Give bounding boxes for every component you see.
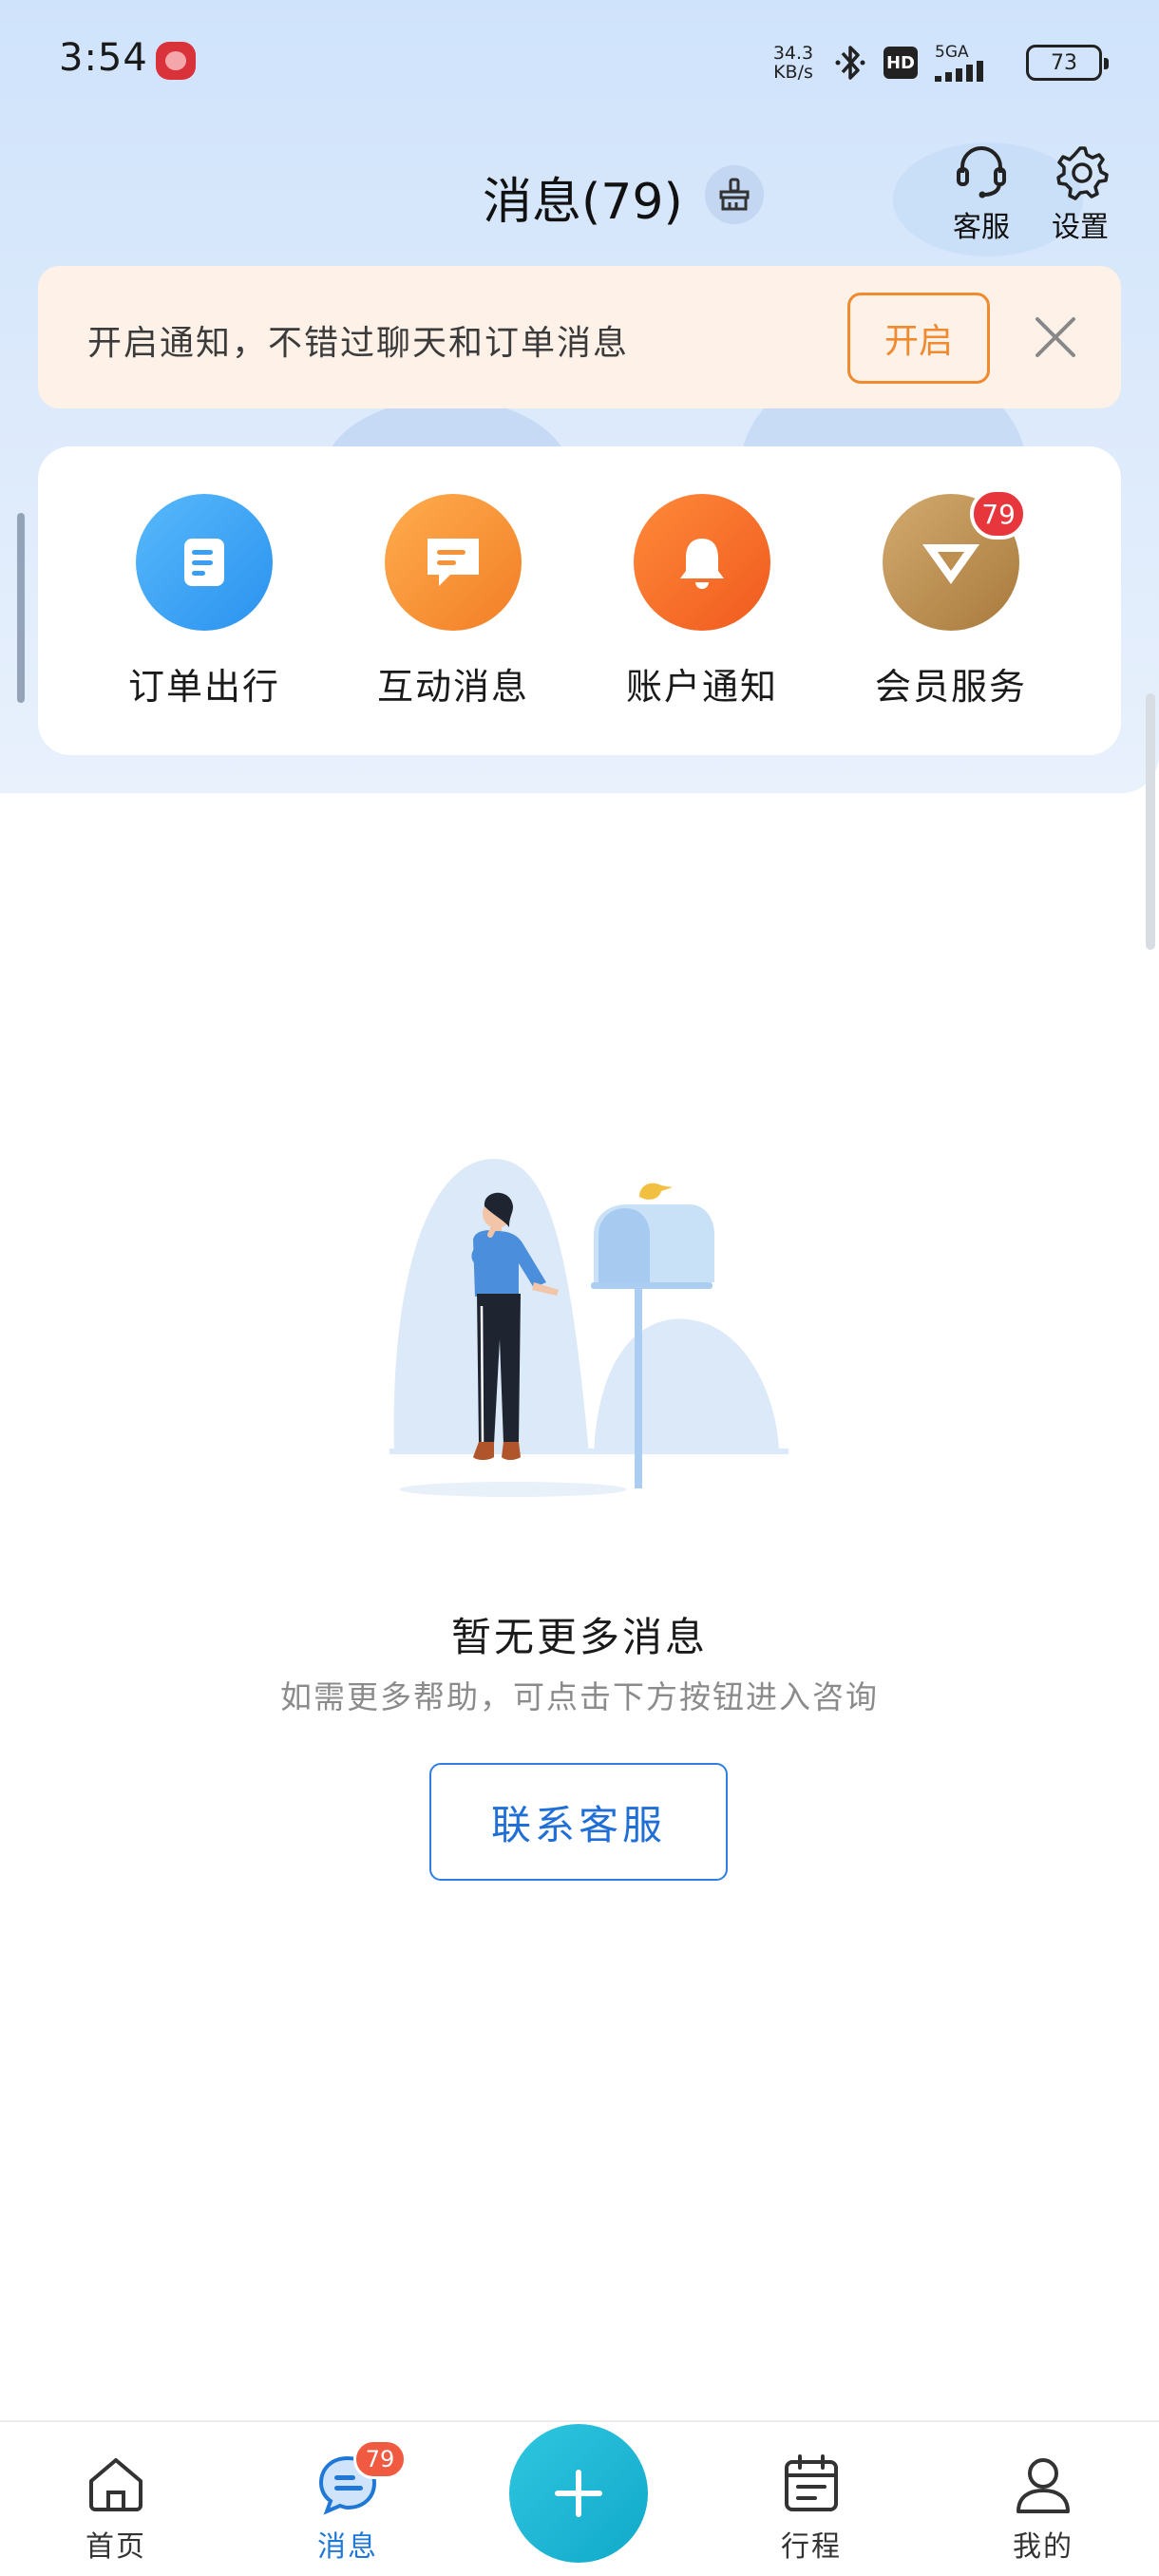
notification-app-icon <box>156 42 196 80</box>
account-category-icon-wrap <box>634 494 770 631</box>
page-header: 消息(79) 客服 设置 <box>0 142 1159 247</box>
messages-unread-badge: 79 <box>353 2439 407 2479</box>
nav-profile[interactable]: 我的 <box>977 2449 1110 2565</box>
nav-label: 行程 <box>781 2530 842 2564</box>
contact-service-button[interactable]: 联系客服 <box>429 1763 728 1881</box>
category-label: 订单出行 <box>127 666 280 708</box>
interactive-category-icon-wrap <box>385 494 522 631</box>
headset-icon <box>957 146 1006 199</box>
category-label: 会员服务 <box>874 666 1027 708</box>
status-indicators: 34.3 KB/s HD 5GA 73 <box>770 34 1109 91</box>
membership-unread-badge: 79 <box>970 488 1027 540</box>
chat-bubble-icon <box>428 539 479 586</box>
category-interactive[interactable]: 互动消息 <box>358 494 548 710</box>
settings-button[interactable]: 设置 <box>1037 142 1123 245</box>
category-order-travel[interactable]: 订单出行 <box>109 494 299 710</box>
nav-label: 首页 <box>86 2530 146 2564</box>
nav-label: 消息 <box>317 2530 378 2564</box>
bluetooth-icon <box>835 46 865 80</box>
page-title: 消息(79) <box>483 174 683 231</box>
battery-icon: 73 <box>1026 45 1109 81</box>
close-icon[interactable] <box>1024 306 1087 369</box>
status-bar: 3:54 34.3 KB/s HD 5GA 73 <box>0 0 1159 123</box>
membership-category-icon-wrap: 79 <box>883 488 1027 631</box>
message-categories: 订单出行 互动消息 账户通知 79 会员服务 <box>38 446 1121 755</box>
broom-icon <box>719 178 750 211</box>
enable-notification-button[interactable]: 开启 <box>847 293 990 384</box>
hd-voice-badge: HD <box>884 47 918 79</box>
empty-mailbox-illustration <box>390 1159 788 1497</box>
settings-label: 设置 <box>1052 211 1109 244</box>
enable-notification-banner: 开启通知，不错过聊天和订单消息 开启 <box>38 266 1121 408</box>
nav-messages[interactable]: 79 消息 <box>281 2439 414 2565</box>
cellular-signal: 5GA <box>935 44 1009 82</box>
calendar-icon <box>785 2454 838 2511</box>
empty-state-title: 暂无更多消息 <box>450 1614 708 1660</box>
category-label: 账户通知 <box>625 666 778 708</box>
network-speed: 34.3 KB/s <box>770 44 817 82</box>
nav-itinerary[interactable]: 行程 <box>745 2449 878 2565</box>
status-time: 3:54 <box>59 36 148 80</box>
nav-label: 我的 <box>1013 2530 1074 2564</box>
nav-home[interactable]: 首页 <box>49 2449 182 2565</box>
add-button[interactable] <box>509 2424 648 2563</box>
category-membership[interactable]: 79 会员服务 <box>856 488 1046 710</box>
edge-scroll-indicator <box>17 513 25 703</box>
profile-icon <box>1016 2458 1070 2513</box>
battery-level: 73 <box>1051 50 1077 75</box>
plus-icon <box>555 2470 602 2517</box>
notify-banner-text: 开启通知，不错过聊天和订单消息 <box>87 324 630 363</box>
messages-page: 3:54 34.3 KB/s HD 5GA 73 消息(79) 客服 设置 开启… <box>0 0 1159 2576</box>
home-icon <box>89 2458 142 2511</box>
network-type: 5GA <box>935 43 969 62</box>
mark-all-read-button[interactable] <box>705 165 764 224</box>
vip-diamond-icon <box>922 544 979 584</box>
scrollbar-thumb[interactable] <box>1146 693 1155 950</box>
bell-icon <box>680 539 724 589</box>
signal-bars-icon <box>935 61 983 82</box>
category-account-notice[interactable]: 账户通知 <box>607 494 797 710</box>
network-speed-unit: KB/s <box>773 62 813 83</box>
empty-state-subtitle: 如需更多帮助，可点击下方按钮进入咨询 <box>280 1678 879 1715</box>
order-category-icon-wrap <box>136 494 273 631</box>
customer-service-button[interactable]: 客服 <box>939 142 1024 245</box>
gear-icon <box>1056 146 1109 200</box>
customer-service-label: 客服 <box>953 211 1010 244</box>
order-doc-icon <box>184 539 224 586</box>
network-speed-value: 34.3 <box>772 43 814 64</box>
category-label: 互动消息 <box>376 666 529 708</box>
